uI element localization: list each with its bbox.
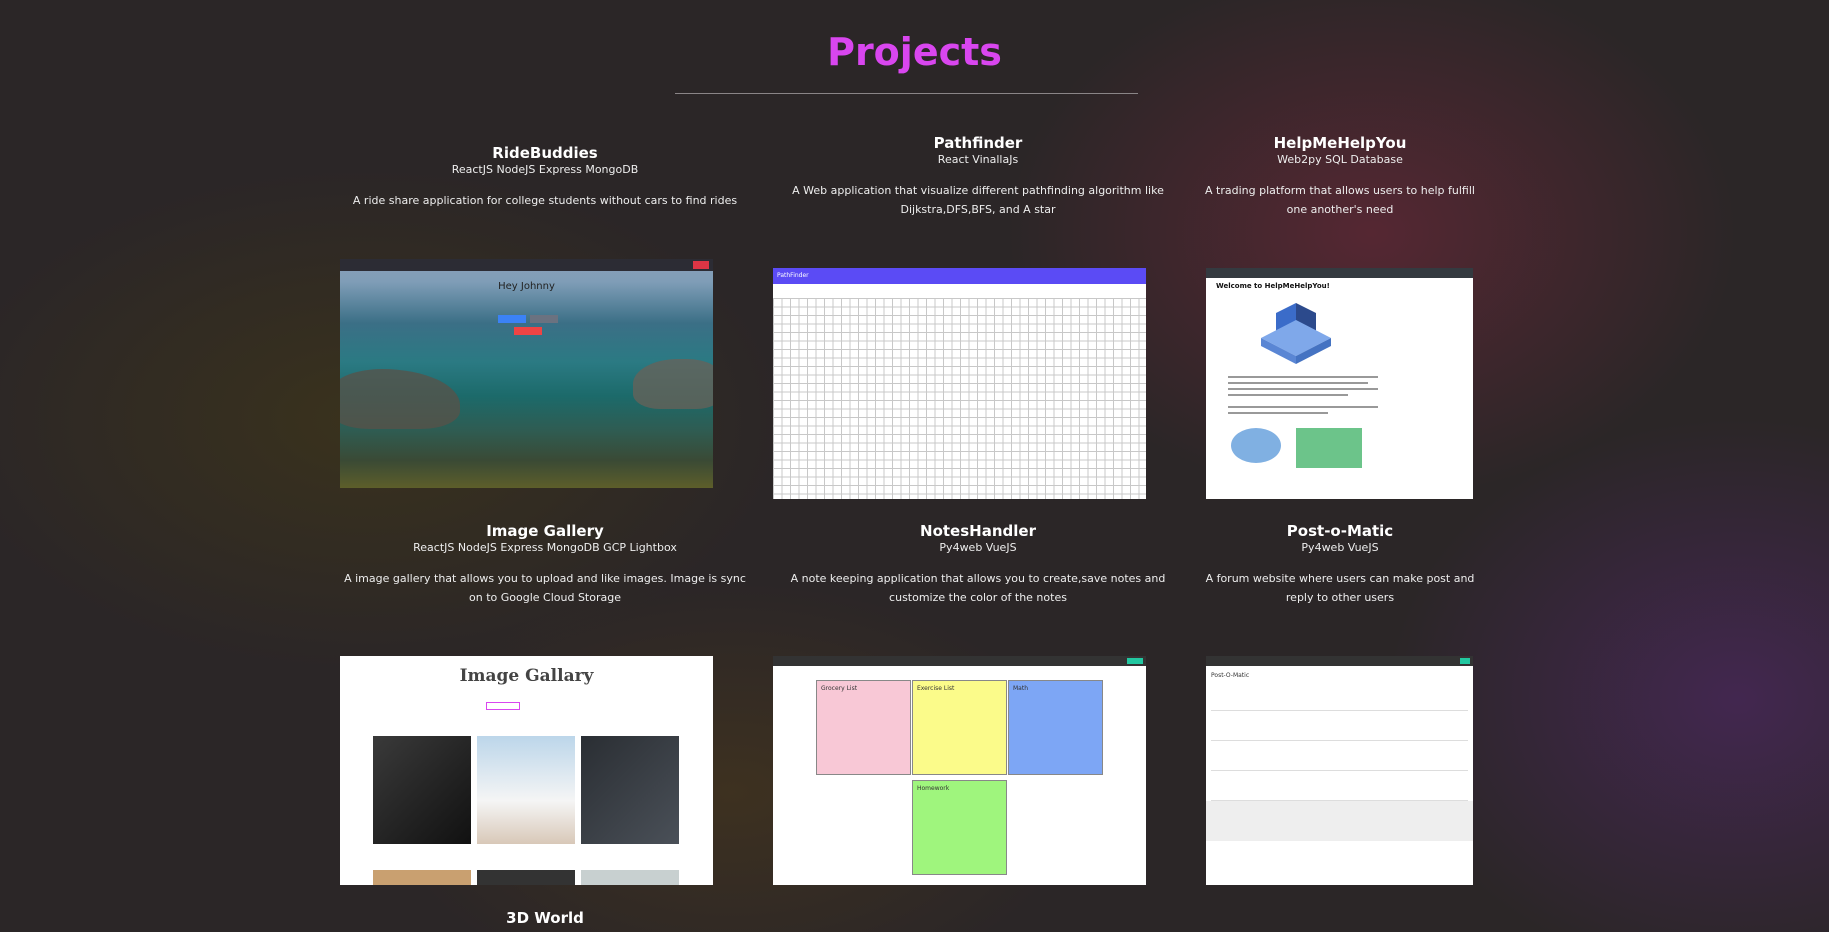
post-row bbox=[1211, 726, 1468, 741]
page-title: Projects bbox=[827, 30, 1002, 74]
project-desc: A Web application that visualize differe… bbox=[792, 184, 1164, 216]
project-desc: A forum website where users can make pos… bbox=[1205, 572, 1475, 604]
project-image-gallery: Image Gallery ReactJS NodeJS Express Mon… bbox=[340, 522, 750, 607]
project-desc: A ride share application for college stu… bbox=[352, 194, 738, 207]
app-navbar bbox=[773, 656, 1146, 666]
project-desc: A note keeping application that allows y… bbox=[790, 572, 1166, 604]
welcome-heading: Welcome to HelpMeHelpYou! bbox=[1216, 282, 1330, 290]
text-line bbox=[1228, 412, 1328, 414]
logout-button-thumb bbox=[693, 261, 709, 269]
helpmehelpyou-screenshot[interactable]: Welcome to HelpMeHelpYou! bbox=[1206, 268, 1473, 499]
pathfinder-screenshot[interactable]: PathFinder bbox=[773, 268, 1146, 499]
gallery-photo bbox=[477, 736, 575, 844]
project-name: NotesHandler bbox=[920, 522, 1036, 540]
project-name: Image Gallery bbox=[486, 522, 604, 540]
app-heading: Post-O-Matic bbox=[1211, 672, 1250, 679]
gallery-photo bbox=[373, 870, 471, 885]
project-name: Pathfinder bbox=[933, 134, 1023, 152]
app-navbar bbox=[1206, 268, 1473, 278]
project-name: Post-o-Matic bbox=[1286, 522, 1394, 540]
title-divider bbox=[675, 93, 1138, 94]
image-gallery-screenshot[interactable]: Image Gallary bbox=[340, 656, 713, 885]
note-title: Exercise List bbox=[917, 685, 955, 692]
gallery-photo bbox=[373, 736, 471, 844]
project-noteshandler: NotesHandler Py4web VueJS A note keeping… bbox=[768, 522, 1188, 607]
text-line bbox=[1228, 382, 1368, 384]
pathfinder-grid bbox=[773, 298, 1146, 499]
project-tech: Web2py SQL Database bbox=[1277, 153, 1403, 166]
post-row bbox=[1211, 756, 1468, 771]
project-pathfinder: Pathfinder React VinallaJs A Web applica… bbox=[768, 134, 1188, 219]
save-button-thumb bbox=[1460, 658, 1470, 664]
text-line bbox=[1228, 376, 1378, 378]
note-card: Homework bbox=[912, 780, 1007, 875]
rocks bbox=[633, 359, 713, 409]
isometric-logo bbox=[1261, 303, 1331, 364]
project-helpmehelpyou: HelpMeHelpYou Web2py SQL Database A trad… bbox=[1200, 134, 1480, 219]
post-row bbox=[1211, 696, 1468, 711]
greeting-text: Hey Johnny bbox=[498, 281, 555, 292]
noteshandler-screenshot[interactable]: Grocery List Exercise List Math Homework bbox=[773, 656, 1146, 885]
text-line bbox=[1228, 388, 1378, 390]
illustration bbox=[1231, 428, 1281, 463]
project-name: RideBuddies bbox=[492, 144, 598, 162]
note-card: Math bbox=[1008, 680, 1103, 775]
note-card: Grocery List bbox=[816, 680, 911, 775]
app-navbar bbox=[1206, 656, 1473, 666]
gallery-photo bbox=[581, 736, 679, 844]
illustration bbox=[1296, 428, 1362, 468]
project-name: HelpMeHelpYou bbox=[1273, 134, 1407, 152]
post-row bbox=[1211, 786, 1468, 801]
gallery-photo bbox=[581, 870, 679, 885]
project-name: 3D World bbox=[506, 909, 584, 927]
project-tech: Py4web VueJS bbox=[939, 541, 1017, 554]
project-tech: ReactJS NodeJS Express MongoDB bbox=[451, 163, 639, 176]
post-o-matic-screenshot[interactable]: Post-O-Matic bbox=[1206, 656, 1473, 885]
project-tech: Py4web VueJS bbox=[1301, 541, 1379, 554]
thumb-button bbox=[530, 315, 558, 323]
app-navbar bbox=[340, 259, 713, 271]
thumb-button bbox=[498, 315, 526, 323]
note-title: Math bbox=[1013, 685, 1029, 692]
project-3d-world: 3D World bbox=[340, 909, 750, 927]
project-desc: A image gallery that allows you to uploa… bbox=[344, 572, 746, 604]
note-card: Exercise List bbox=[912, 680, 1007, 775]
text-line bbox=[1228, 394, 1348, 396]
reply-panel bbox=[1206, 801, 1473, 841]
project-desc: A trading platform that allows users to … bbox=[1205, 184, 1475, 216]
thumb-button bbox=[514, 327, 542, 335]
project-ridebuddies: RideBuddies ReactJS NodeJS Express Mongo… bbox=[340, 144, 750, 210]
project-post-o-matic: Post-o-Matic Py4web VueJS A forum websit… bbox=[1200, 522, 1480, 607]
gallery-photo bbox=[477, 870, 575, 885]
project-tech: ReactJS NodeJS Express MongoDB GCP Light… bbox=[413, 541, 677, 554]
note-title: Homework bbox=[917, 785, 950, 792]
rocks bbox=[340, 369, 460, 429]
gallery-heading: Image Gallary bbox=[459, 666, 594, 686]
note-title: Grocery List bbox=[821, 685, 858, 692]
text-line bbox=[1228, 406, 1378, 408]
pathfinder-navbar: PathFinder bbox=[773, 268, 1146, 284]
ridebuddies-screenshot[interactable]: Hey Johnny bbox=[340, 259, 713, 488]
project-tech: React VinallaJs bbox=[937, 153, 1019, 166]
choose-file-button-thumb bbox=[486, 702, 520, 710]
save-button-thumb bbox=[1127, 658, 1143, 664]
